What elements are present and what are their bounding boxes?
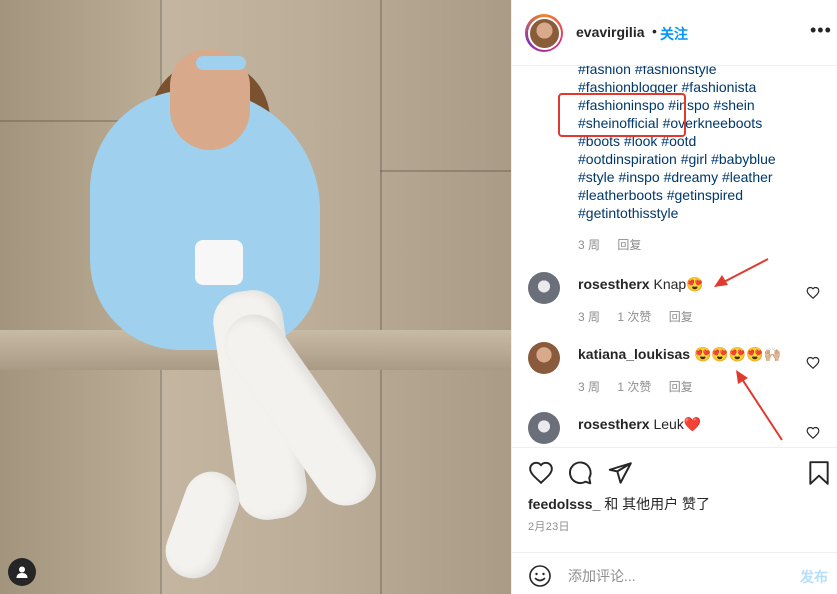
bookmark-icon[interactable]: [806, 460, 832, 486]
photo-boot-foot: [157, 463, 248, 587]
annotation-arrow-icon: [714, 258, 769, 287]
photo-headband: [196, 56, 246, 70]
commenter-username[interactable]: rosestherx: [578, 276, 650, 292]
hashtag-line[interactable]: #style #inspo #dreamy #leather: [578, 168, 828, 186]
comment-item: katiana_loukisas 😍😍😍😍🙌🏼 3 周 1 次赞 回复: [512, 342, 837, 402]
user-tag-button[interactable]: [8, 558, 36, 586]
photo-handbag: [195, 240, 243, 285]
post-photo[interactable]: [0, 0, 511, 594]
comment-body: 😍😍😍😍🙌🏼: [693, 346, 782, 362]
caption-time[interactable]: 3 周: [578, 238, 600, 252]
comment-text: katiana_loukisas 😍😍😍😍🙌🏼: [578, 346, 781, 363]
liked-by-user[interactable]: feedolsss_: [528, 496, 600, 512]
comment-heart-icon[interactable]: [806, 356, 820, 370]
hashtag-line[interactable]: #getintothisstyle: [578, 204, 828, 222]
comment-text: rosestherx Leuk❤️: [578, 416, 701, 433]
commenter-avatar[interactable]: [528, 342, 560, 374]
separator-dot: •: [652, 23, 657, 39]
comment-heart-icon[interactable]: [806, 286, 820, 300]
share-icon[interactable]: [607, 460, 633, 486]
post-comment-button[interactable]: 发布: [800, 567, 828, 587]
user-tag-icon: [16, 566, 28, 578]
comment-item: rosestherx Knap😍 3 周 1 次赞 回复: [512, 272, 837, 332]
commenter-username[interactable]: rosestherx: [578, 416, 650, 432]
likes-summary: feedolsss_ 和 其他用户 赞了: [528, 494, 710, 514]
post-actions: feedolsss_ 和 其他用户 赞了 2月23日 发布: [512, 447, 837, 594]
photo-stone-seam: [380, 170, 511, 172]
comment-item: rosestherx Leuk❤️: [512, 412, 837, 446]
heart-icon[interactable]: [528, 460, 554, 486]
add-comment-bar: 发布: [512, 552, 837, 594]
comment-time[interactable]: 3 周: [578, 380, 600, 394]
comment-heart-icon[interactable]: [806, 426, 820, 440]
comment-reply-button[interactable]: 回复: [669, 310, 693, 324]
comment-meta: 3 周 1 次赞 回复: [578, 308, 707, 325]
hashtag-line[interactable]: #fashion #fashionstyle: [578, 66, 828, 78]
more-options-icon[interactable]: •••: [810, 20, 832, 41]
comment-likes[interactable]: 1 次赞: [617, 380, 651, 394]
liked-by-rest[interactable]: 和 其他用户 赞了: [600, 496, 710, 512]
caption-reply-button[interactable]: 回复: [617, 238, 641, 252]
post-date[interactable]: 2月23日: [528, 518, 570, 534]
post-side-panel: evavirgilia • 关注 ••• #fashion #fashionst…: [511, 0, 837, 594]
comment-likes[interactable]: 1 次赞: [617, 310, 651, 324]
comment-meta: 3 周 1 次赞 回复: [578, 378, 707, 395]
comment-input[interactable]: [568, 563, 768, 589]
post-header: evavirgilia • 关注 •••: [512, 0, 837, 66]
hashtag-line[interactable]: #leatherboots #getinspired: [578, 186, 828, 204]
comment-text: rosestherx Knap😍: [578, 276, 704, 293]
author-avatar[interactable]: [525, 14, 563, 52]
commenter-username[interactable]: katiana_loukisas: [578, 346, 690, 362]
emoji-icon[interactable]: [528, 564, 552, 588]
annotation-arrow-icon: [736, 370, 783, 441]
follow-button[interactable]: 关注: [660, 24, 688, 44]
annotation-highlight-box: [558, 93, 686, 137]
commenter-avatar[interactable]: [528, 272, 560, 304]
author-username[interactable]: evavirgilia: [576, 24, 645, 40]
comment-body: Knap😍: [653, 276, 704, 292]
hashtag-line[interactable]: #ootdinspiration #girl #babyblue: [578, 150, 828, 168]
caption-hashtags: #fashion #fashionstyle #fashionblogger #…: [578, 66, 828, 222]
comment-body: Leuk❤️: [653, 416, 702, 432]
commenter-avatar[interactable]: [528, 412, 560, 444]
comment-icon[interactable]: [567, 460, 593, 486]
photo-stone-seam: [380, 0, 382, 594]
comment-time[interactable]: 3 周: [578, 310, 600, 324]
comment-reply-button[interactable]: 回复: [669, 380, 693, 394]
caption-meta: 3 周 回复: [578, 236, 655, 253]
